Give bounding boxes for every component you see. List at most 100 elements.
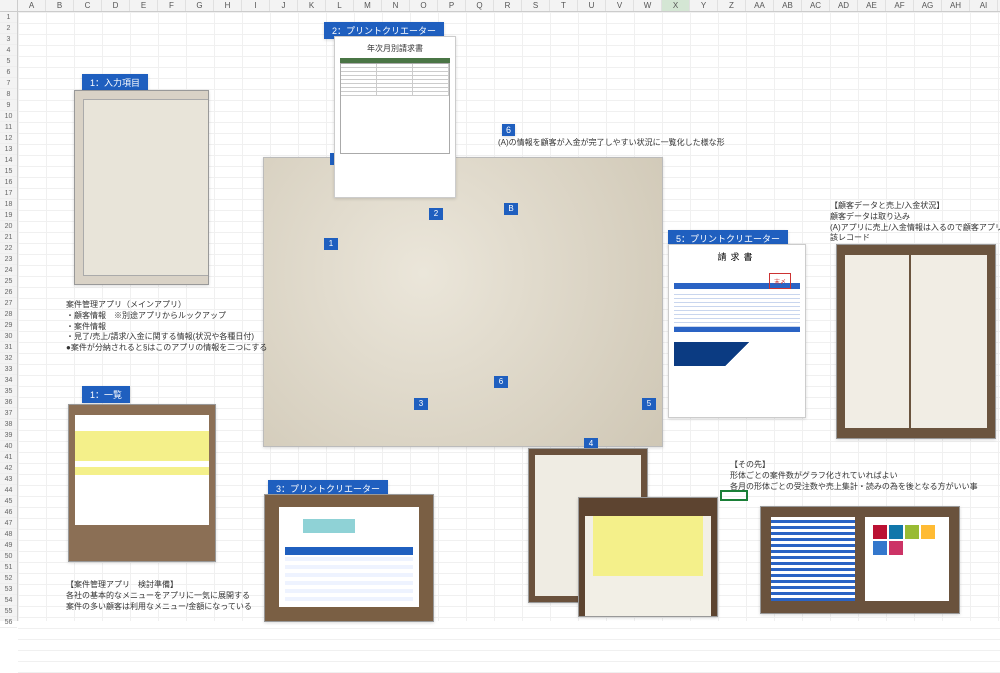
column-header-AG[interactable]: AG xyxy=(914,0,942,11)
row-header[interactable]: 19 xyxy=(0,210,17,221)
row-header[interactable]: 21 xyxy=(0,232,17,243)
row-header[interactable]: 24 xyxy=(0,265,17,276)
row-header[interactable]: 43 xyxy=(0,474,17,485)
column-header-AA[interactable]: AA xyxy=(746,0,774,11)
label-input-items[interactable]: 1：入力項目 xyxy=(82,74,148,91)
spreadsheet-grid[interactable]: 1234567891011121314151617181920212223242… xyxy=(0,12,1000,621)
row-header[interactable]: 3 xyxy=(0,34,17,45)
photo-stack-4b[interactable] xyxy=(578,497,718,617)
row-header[interactable]: 44 xyxy=(0,485,17,496)
photo-form-3[interactable] xyxy=(264,494,434,622)
row-header[interactable]: 39 xyxy=(0,430,17,441)
row-header[interactable]: 56 xyxy=(0,617,17,628)
row-header[interactable]: 42 xyxy=(0,463,17,474)
row-header[interactable]: 40 xyxy=(0,441,17,452)
column-header-N[interactable]: N xyxy=(382,0,410,11)
column-header-AD[interactable]: AD xyxy=(830,0,858,11)
column-header-B[interactable]: B xyxy=(46,0,74,11)
select-all-corner[interactable] xyxy=(0,0,18,11)
row-header[interactable]: 35 xyxy=(0,386,17,397)
column-header-F[interactable]: F xyxy=(158,0,186,11)
column-header-L[interactable]: L xyxy=(326,0,354,11)
row-header[interactable]: 13 xyxy=(0,144,17,155)
row-header[interactable]: 4 xyxy=(0,45,17,56)
row-header[interactable]: 10 xyxy=(0,111,17,122)
row-header[interactable]: 12 xyxy=(0,133,17,144)
column-header-T[interactable]: T xyxy=(550,0,578,11)
photo-customer-sheet[interactable] xyxy=(836,244,996,439)
row-header[interactable]: 27 xyxy=(0,298,17,309)
photo-graphs[interactable] xyxy=(760,506,960,614)
column-header-AE[interactable]: AE xyxy=(858,0,886,11)
column-header-G[interactable]: G xyxy=(186,0,214,11)
active-cell-selection[interactable] xyxy=(720,490,748,501)
row-header[interactable]: 20 xyxy=(0,221,17,232)
column-header-Z[interactable]: Z xyxy=(718,0,746,11)
column-header-X[interactable]: X xyxy=(662,0,690,11)
column-header-W[interactable]: W xyxy=(634,0,662,11)
photo-sketch-paper[interactable]: 1 2 3 4 5 6 A B xyxy=(263,157,663,447)
column-header-P[interactable]: P xyxy=(438,0,466,11)
column-header-AF[interactable]: AF xyxy=(886,0,914,11)
row-header[interactable]: 36 xyxy=(0,397,17,408)
label-six[interactable]: 6 xyxy=(502,124,515,136)
row-header[interactable]: 1 xyxy=(0,12,17,23)
row-header[interactable]: 8 xyxy=(0,89,17,100)
row-header[interactable]: 55 xyxy=(0,606,17,617)
column-header-I[interactable]: I xyxy=(242,0,270,11)
row-header[interactable]: 41 xyxy=(0,452,17,463)
row-header[interactable]: 50 xyxy=(0,551,17,562)
photo-list-table[interactable] xyxy=(68,404,216,562)
row-header[interactable]: 45 xyxy=(0,496,17,507)
row-header[interactable]: 48 xyxy=(0,529,17,540)
row-header[interactable]: 33 xyxy=(0,364,17,375)
column-header-E[interactable]: E xyxy=(130,0,158,11)
row-header[interactable]: 15 xyxy=(0,166,17,177)
column-header-AC[interactable]: AC xyxy=(802,0,830,11)
row-header[interactable]: 22 xyxy=(0,243,17,254)
row-header[interactable]: 18 xyxy=(0,199,17,210)
column-header-M[interactable]: M xyxy=(354,0,382,11)
label-list[interactable]: 1：一覧 xyxy=(82,386,130,403)
row-header[interactable]: 6 xyxy=(0,67,17,78)
column-header-D[interactable]: D xyxy=(102,0,130,11)
column-header-U[interactable]: U xyxy=(578,0,606,11)
row-header[interactable]: 29 xyxy=(0,320,17,331)
row-header[interactable]: 47 xyxy=(0,518,17,529)
column-header-O[interactable]: O xyxy=(410,0,438,11)
row-header[interactable]: 28 xyxy=(0,309,17,320)
column-header-H[interactable]: H xyxy=(214,0,242,11)
row-header[interactable]: 23 xyxy=(0,254,17,265)
column-header-AB[interactable]: AB xyxy=(774,0,802,11)
row-header[interactable]: 38 xyxy=(0,419,17,430)
row-header[interactable]: 30 xyxy=(0,331,17,342)
row-header[interactable]: 37 xyxy=(0,408,17,419)
row-header[interactable]: 32 xyxy=(0,353,17,364)
column-header-V[interactable]: V xyxy=(606,0,634,11)
row-header[interactable]: 25 xyxy=(0,276,17,287)
row-header[interactable]: 11 xyxy=(0,122,17,133)
row-header[interactable]: 53 xyxy=(0,584,17,595)
row-header[interactable]: 7 xyxy=(0,78,17,89)
row-header[interactable]: 2 xyxy=(0,23,17,34)
column-header-AI[interactable]: AI xyxy=(970,0,998,11)
row-header[interactable]: 17 xyxy=(0,188,17,199)
row-header[interactable]: 26 xyxy=(0,287,17,298)
photo-input-form[interactable] xyxy=(74,90,209,285)
row-header[interactable]: 9 xyxy=(0,100,17,111)
column-header-K[interactable]: K xyxy=(298,0,326,11)
column-header-Y[interactable]: Y xyxy=(690,0,718,11)
document-invoice-5[interactable]: 請求書 末〆 xyxy=(668,244,806,418)
row-header[interactable]: 54 xyxy=(0,595,17,606)
column-header-C[interactable]: C xyxy=(74,0,102,11)
column-header-J[interactable]: J xyxy=(270,0,298,11)
document-form-2[interactable]: 年次月別請求書 xyxy=(334,36,456,198)
column-header-R[interactable]: R xyxy=(494,0,522,11)
column-header-Q[interactable]: Q xyxy=(466,0,494,11)
column-header-AH[interactable]: AH xyxy=(942,0,970,11)
row-header[interactable]: 31 xyxy=(0,342,17,353)
row-header[interactable]: 46 xyxy=(0,507,17,518)
row-header[interactable]: 52 xyxy=(0,573,17,584)
column-header-S[interactable]: S xyxy=(522,0,550,11)
column-header-A[interactable]: A xyxy=(18,0,46,11)
